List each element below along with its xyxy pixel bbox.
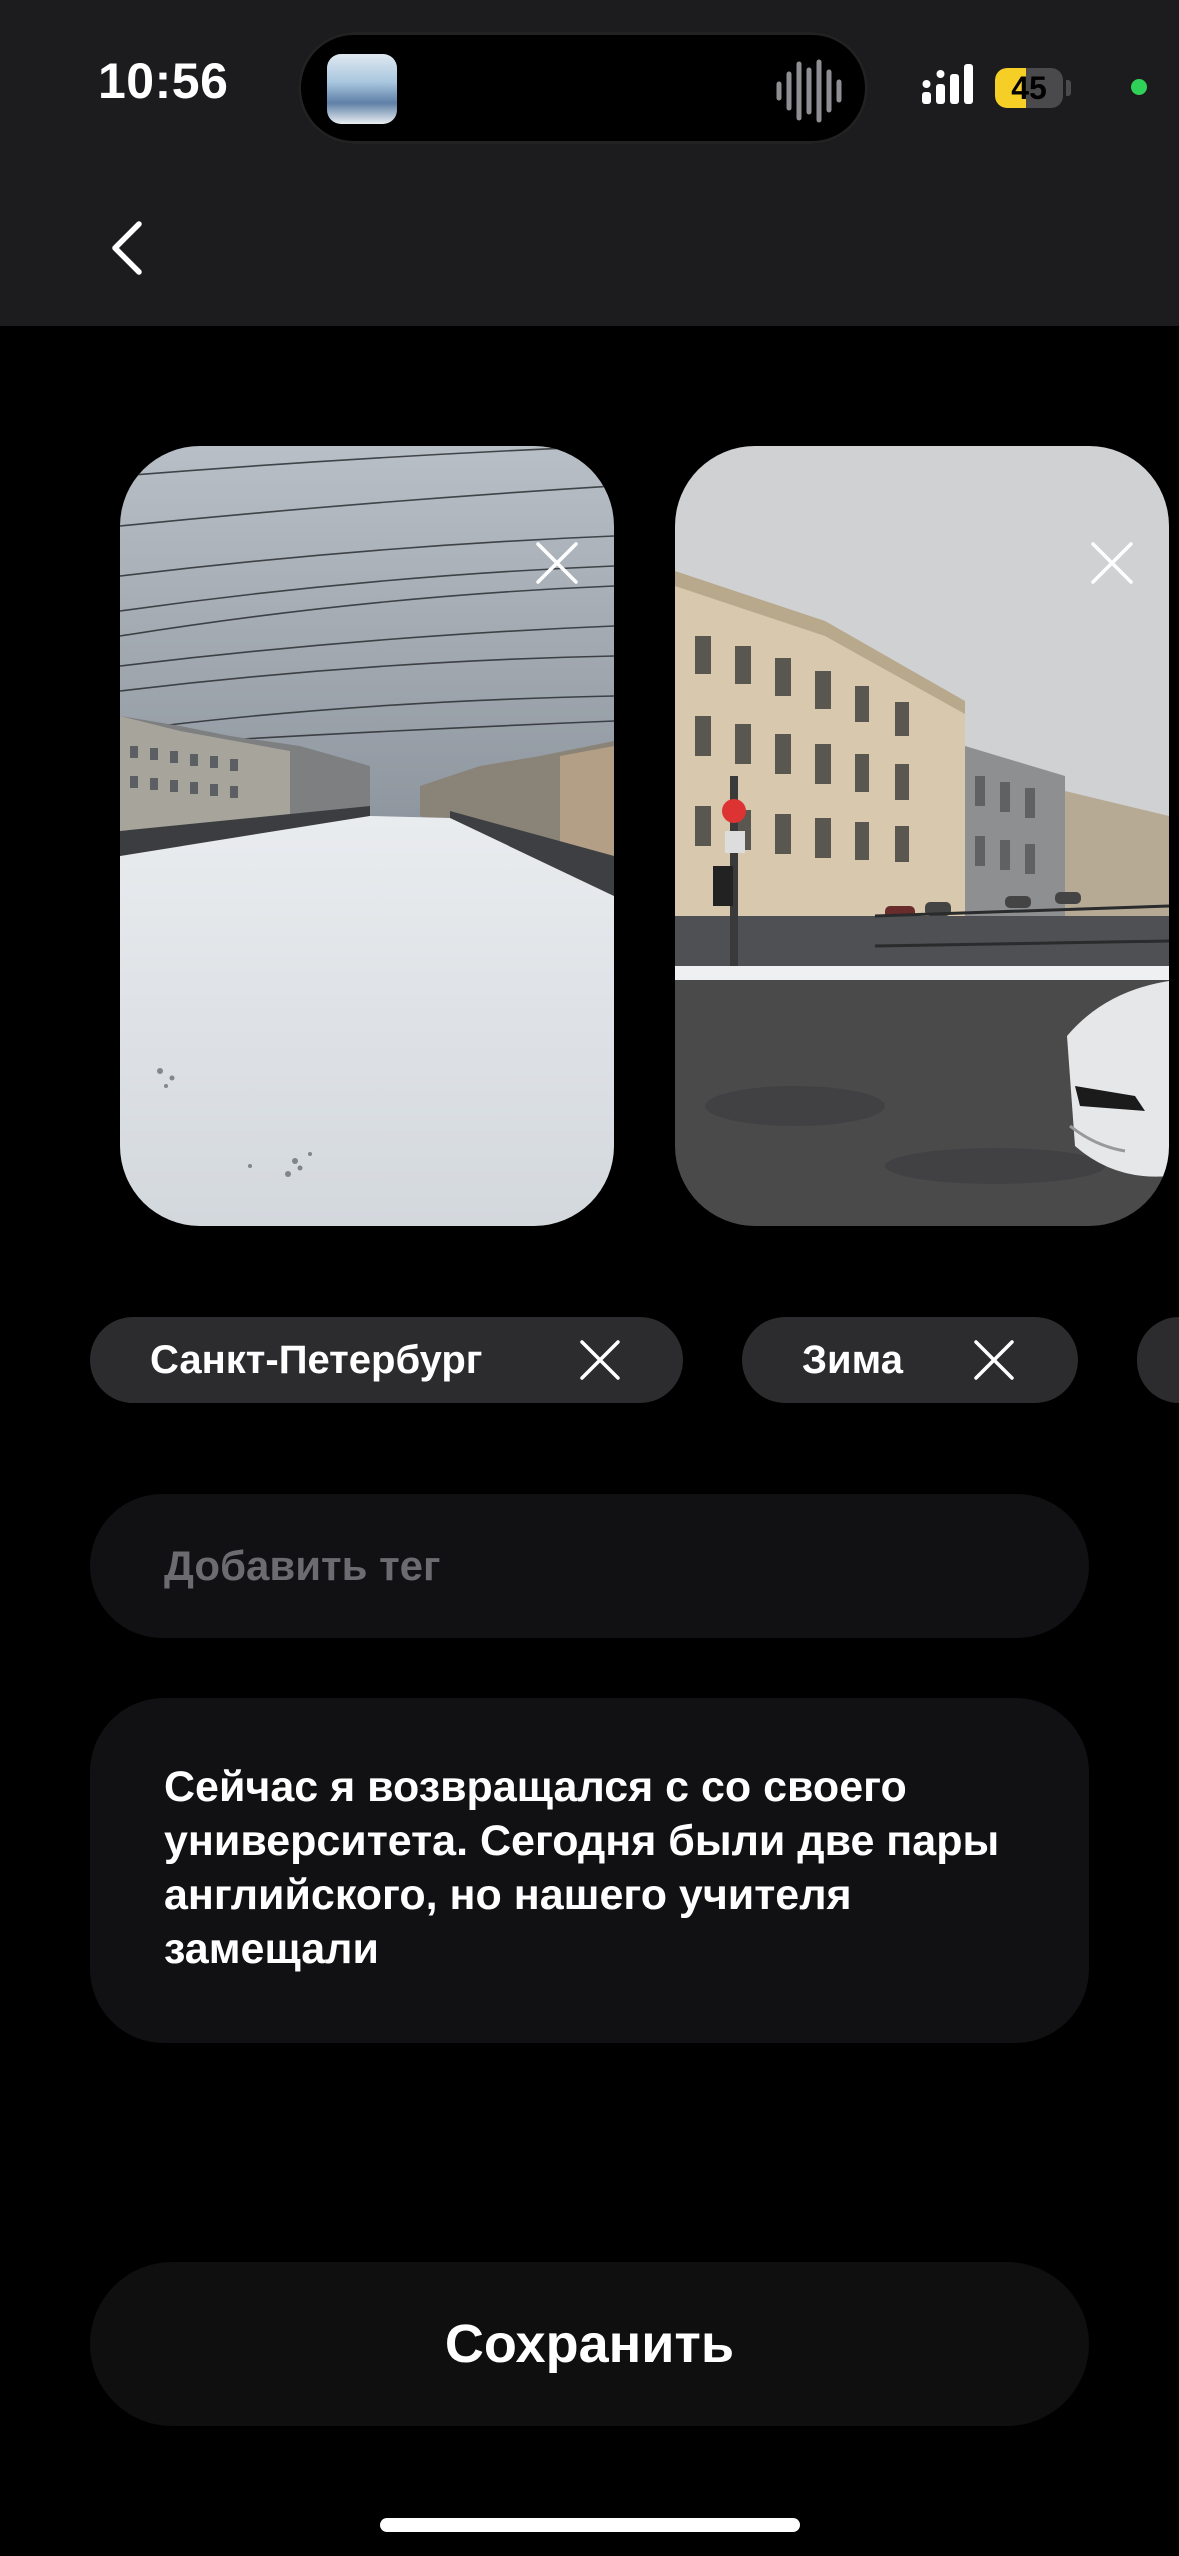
tag-chip[interactable]: Зима bbox=[742, 1317, 1078, 1403]
remove-tag-button[interactable] bbox=[971, 1337, 1017, 1383]
tag-chip[interactable]: Санкт-Петербург bbox=[90, 1317, 683, 1403]
save-button-label: Сохранить bbox=[444, 2314, 735, 2374]
remove-photo-2-button[interactable] bbox=[1083, 534, 1141, 592]
save-button[interactable]: Сохранить bbox=[90, 2262, 1089, 2426]
close-icon bbox=[974, 1340, 1014, 1380]
remove-tag-button[interactable] bbox=[577, 1337, 623, 1383]
add-tag-input[interactable] bbox=[90, 1494, 1089, 1638]
close-icon bbox=[580, 1340, 620, 1380]
home-indicator[interactable] bbox=[380, 2518, 800, 2532]
cellular-signal-icon bbox=[922, 64, 973, 104]
note-text: Сейчас я возвращался с со своего универс… bbox=[164, 1763, 1000, 1973]
tag-chip-partial[interactable] bbox=[1137, 1317, 1179, 1403]
audio-waveform-icon bbox=[776, 59, 842, 123]
battery-tip bbox=[1066, 80, 1071, 96]
tag-label: Санкт-Петербург bbox=[150, 1337, 483, 1382]
note-text-area[interactable]: Сейчас я возвращался с со своего универс… bbox=[90, 1698, 1089, 2043]
privacy-indicator-dot bbox=[1131, 79, 1147, 95]
chevron-left-icon bbox=[112, 220, 142, 275]
battery-level: 45 bbox=[1011, 70, 1047, 106]
close-icon bbox=[536, 542, 578, 584]
tag-label: Зима bbox=[802, 1337, 903, 1382]
island-thumbnail bbox=[327, 54, 397, 124]
photo-card-2[interactable] bbox=[675, 446, 1169, 1226]
back-button[interactable] bbox=[92, 200, 162, 295]
photo-card-1[interactable] bbox=[120, 446, 614, 1226]
status-time: 10:56 bbox=[98, 53, 229, 109]
remove-photo-1-button[interactable] bbox=[528, 534, 586, 592]
close-icon bbox=[1091, 542, 1133, 584]
